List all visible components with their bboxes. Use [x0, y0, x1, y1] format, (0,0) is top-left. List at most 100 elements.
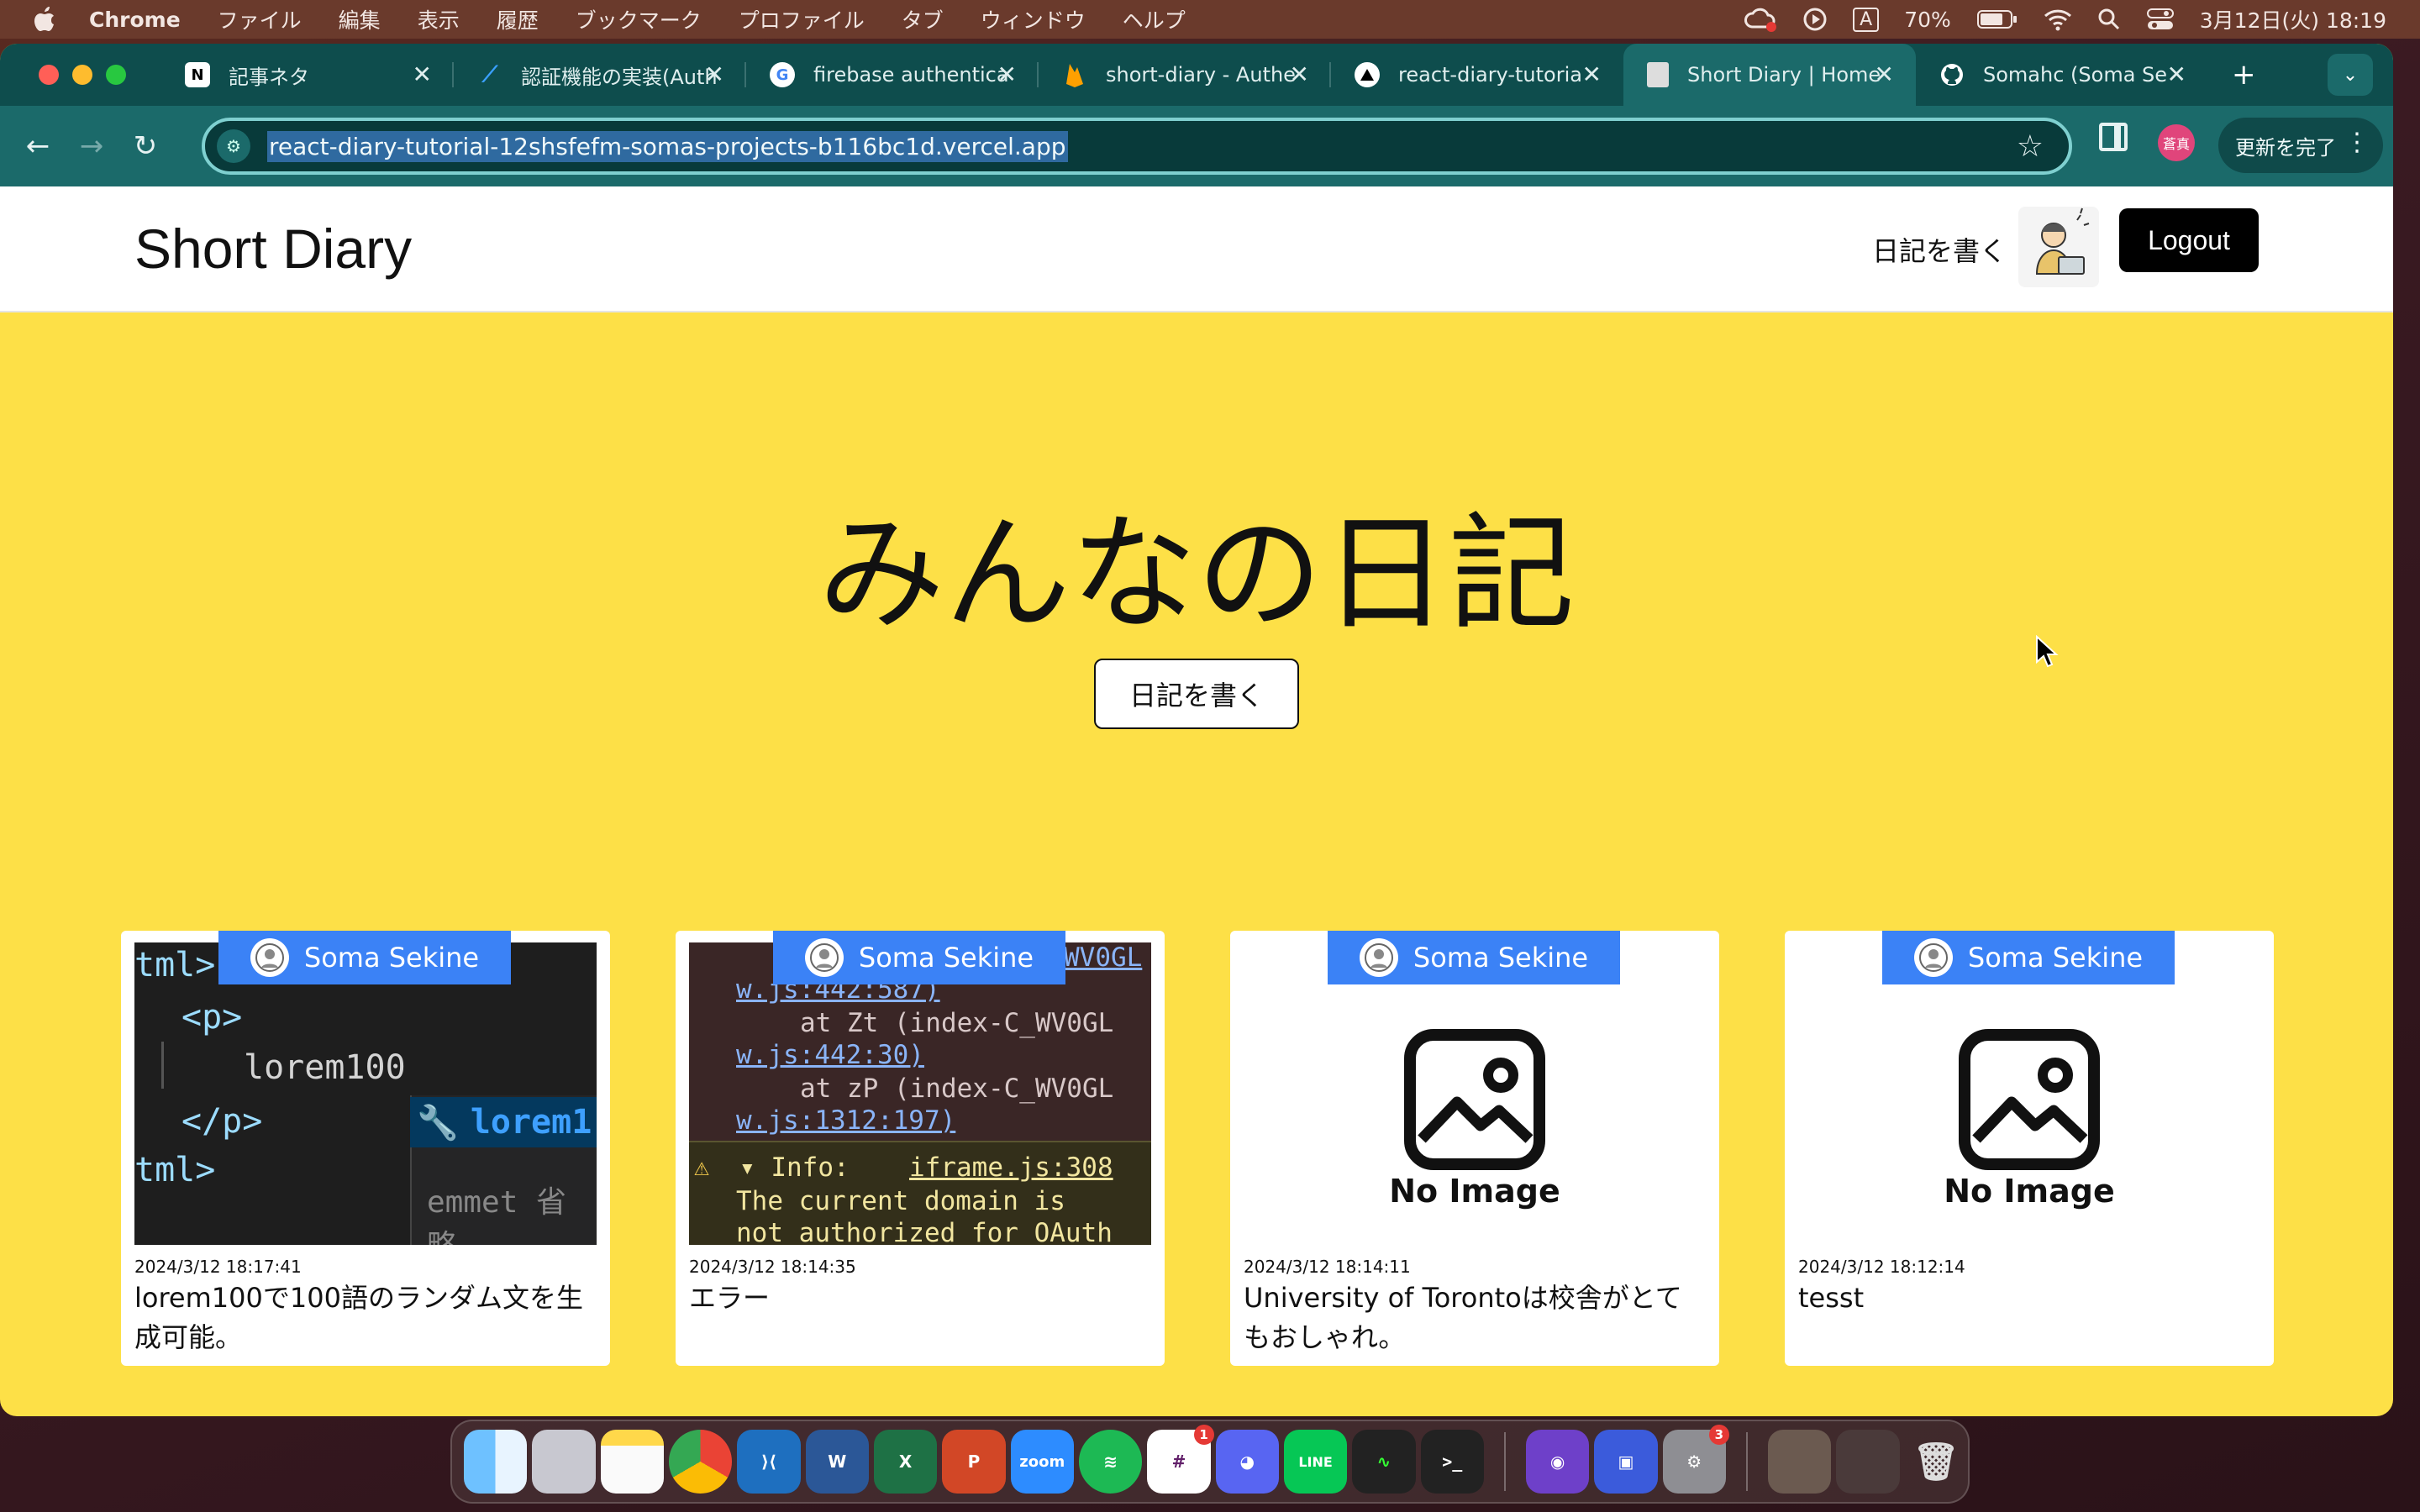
zoom-icon[interactable]: zoom [1010, 1430, 1074, 1494]
battery-icon[interactable] [1976, 9, 2018, 29]
launchpad-icon[interactable] [532, 1430, 596, 1494]
github-desktop-icon[interactable]: ◉ [1525, 1430, 1590, 1494]
author-badge[interactable]: Soma Sekine [218, 931, 511, 984]
battery-percent: 70% [1904, 7, 1951, 32]
author-badge[interactable]: Soma Sekine [1882, 931, 2175, 984]
menu-edit[interactable]: 編集 [339, 4, 381, 34]
user-avatar[interactable] [2018, 207, 2099, 287]
forward-arrow-icon[interactable]: → [71, 125, 113, 167]
diary-card[interactable]: Soma Sekine No Image 2024/3/12 18:14:11 … [1230, 931, 1719, 1366]
brand-logo[interactable]: Short Diary [134, 217, 412, 281]
powerpoint-icon[interactable]: P [942, 1430, 1006, 1494]
play-icon[interactable] [1802, 7, 1828, 32]
back-arrow-icon[interactable]: ← [17, 125, 59, 167]
close-tab-icon[interactable]: ✕ [1875, 60, 1894, 88]
apple-icon[interactable] [34, 7, 57, 32]
system-settings-icon[interactable]: ⚙ 3 [1662, 1425, 1729, 1494]
firebase-icon [1062, 62, 1087, 87]
new-tab-icon[interactable]: + [2232, 58, 2256, 92]
discord-icon[interactable]: ◕ [1215, 1430, 1279, 1494]
bookmark-star-icon[interactable]: ☆ [2017, 129, 2044, 164]
activity-monitor-icon[interactable]: ∿ [1352, 1430, 1416, 1494]
close-window-button[interactable] [39, 65, 59, 85]
menu-bookmarks[interactable]: ブックマーク [576, 4, 702, 34]
tab-short-diary[interactable]: Short Diary | Home ✕ [1623, 44, 1916, 106]
diary-card[interactable]: Soma Sekine No Image 2024/3/12 18:12:14 … [1785, 931, 2274, 1366]
input-mode-icon[interactable]: A [1853, 7, 1880, 32]
spotify-icon[interactable]: ≋ [1078, 1430, 1143, 1494]
finder-icon[interactable] [464, 1430, 528, 1494]
info-message: not authorized for OAuth [736, 1218, 1113, 1245]
menu-view[interactable]: 表示 [418, 4, 460, 34]
wifi-icon[interactable] [2044, 8, 2072, 31]
author-avatar-icon [250, 938, 289, 977]
slack-icon[interactable]: #1 [1147, 1425, 1214, 1494]
chrome-window: N 記事ネタ ✕ ⟋ 認証機能の実装(Auth ✕ G firebase aut… [0, 44, 2393, 1416]
diary-date: 2024/3/12 18:14:35 [689, 1257, 856, 1277]
author-name: Soma Sekine [1967, 942, 2144, 974]
line-icon[interactable]: LINE [1283, 1430, 1348, 1494]
word-icon[interactable]: W [805, 1430, 869, 1494]
menu-history[interactable]: 履歴 [497, 4, 539, 34]
profile-avatar[interactable]: 蒼真 [2158, 124, 2195, 161]
menu-app-name[interactable]: Chrome [89, 8, 181, 32]
menu-help[interactable]: ヘルプ [1123, 4, 1186, 34]
tab-title: 認証機能の実装(Auth [521, 65, 716, 89]
close-tab-icon[interactable]: ✕ [1290, 60, 1309, 88]
close-tab-icon[interactable]: ✕ [413, 60, 432, 88]
code-line: tml> [134, 1151, 216, 1189]
no-image-label: No Image [1944, 1173, 2115, 1210]
logout-button[interactable]: Logout [2119, 208, 2259, 272]
terminal-icon[interactable]: >_ [1420, 1430, 1484, 1494]
tab-firebase[interactable]: short-diary - Authe ✕ [1039, 44, 1331, 106]
close-tab-icon[interactable]: ✕ [1582, 60, 1602, 88]
zoom-window-button[interactable] [106, 65, 126, 85]
tab-github[interactable]: Somahc (Soma Se ✕ [1916, 44, 2208, 106]
notes-icon[interactable] [600, 1430, 664, 1494]
simulator-icon[interactable]: ▣ [1594, 1430, 1658, 1494]
tab-azure[interactable]: ⟋ 認証機能の実装(Auth ✕ [454, 44, 746, 106]
site-info-icon[interactable]: ⚙ [217, 129, 250, 163]
url-text[interactable]: react-diary-tutorial-12shsfefm-somas-pro… [267, 130, 1068, 162]
diary-card[interactable]: Soma Sekine tml> <p> lorem100 </p> tml> … [121, 931, 610, 1366]
tab-google[interactable]: G firebase authentica ✕ [746, 44, 1039, 106]
menu-tab[interactable]: タブ [902, 4, 944, 34]
menu-profiles[interactable]: プロファイル [739, 4, 865, 34]
write-diary-button[interactable]: 日記を書く [1094, 659, 1299, 729]
search-icon[interactable] [2097, 8, 2121, 31]
trash-icon[interactable]: 🗑 [1905, 1430, 1968, 1494]
side-panel-icon[interactable] [2099, 123, 2128, 151]
tab-title: short-diary - Authe [1106, 63, 1296, 87]
recent-window-icon[interactable] [1767, 1430, 1832, 1494]
info-link[interactable]: iframe.js:308 [909, 1152, 1113, 1183]
diary-card[interactable]: Soma Sekine WV0GL w.js:442:587) at Zt (i… [676, 931, 1165, 1366]
author-badge[interactable]: Soma Sekine [773, 931, 1065, 984]
write-diary-link[interactable]: 日記を書く [1872, 230, 2007, 269]
tab-search-chevron-icon[interactable]: ⌄ [2328, 54, 2373, 96]
clock[interactable]: 3月12日(火) 18:19 [2200, 4, 2386, 34]
chrome-icon[interactable] [668, 1430, 733, 1494]
address-bar[interactable]: ⚙ react-diary-tutorial-12shsfefm-somas-p… [202, 118, 2072, 175]
tab-vercel[interactable]: react-diary-tutoria ✕ [1331, 44, 1623, 106]
creative-cloud-icon[interactable] [1744, 7, 1777, 32]
menu-file[interactable]: ファイル [218, 4, 302, 34]
close-tab-icon[interactable]: ✕ [2167, 60, 2186, 88]
tab-title: Short Diary | Home [1687, 63, 1881, 87]
menu-window[interactable]: ウィンドウ [981, 4, 1086, 34]
update-button[interactable]: 更新を完了 ⋮ [2218, 118, 2383, 173]
close-tab-icon[interactable]: ✕ [997, 60, 1017, 88]
minimize-window-button[interactable] [72, 65, 92, 85]
code-line: lorem100 [244, 1048, 406, 1087]
recent-window-icon[interactable] [1836, 1430, 1900, 1494]
close-tab-icon[interactable]: ✕ [705, 60, 724, 88]
reload-icon[interactable]: ↻ [124, 125, 166, 167]
tab-notion[interactable]: N 記事ネタ ✕ [161, 44, 454, 106]
diary-body: tesst [1798, 1282, 1865, 1314]
excel-icon[interactable]: X [873, 1430, 938, 1494]
kebab-menu-icon[interactable]: ⋮ [2344, 128, 2370, 157]
author-badge[interactable]: Soma Sekine [1328, 931, 1620, 984]
warning-icon: ⚠ [694, 1152, 710, 1182]
control-center-icon[interactable] [2146, 8, 2175, 31]
vscode-icon[interactable]: ⟩⟨ [737, 1430, 801, 1494]
code-line: tml> [134, 946, 216, 984]
